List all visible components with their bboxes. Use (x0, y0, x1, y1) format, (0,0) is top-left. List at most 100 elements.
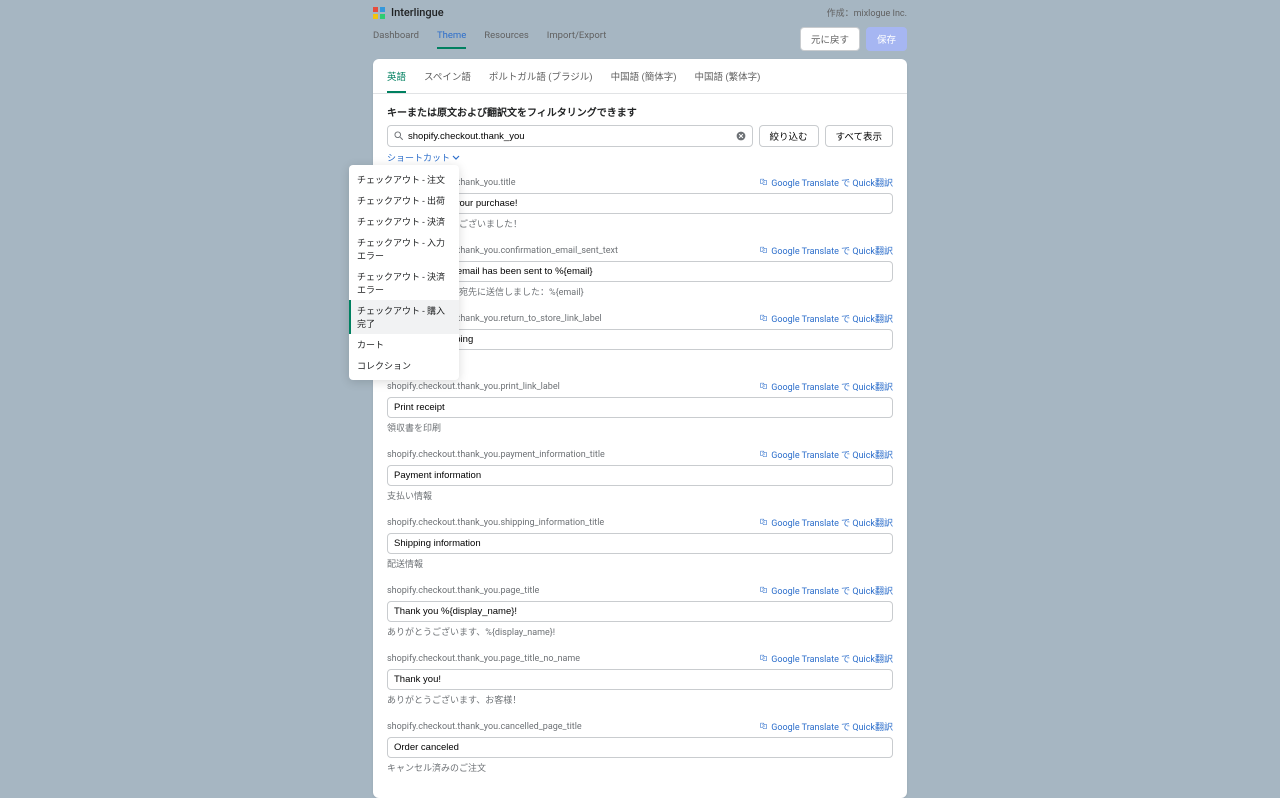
translate-link-label: Google Translate で Quick翻訳 (771, 312, 893, 325)
lang-tab-zh-tw[interactable]: 中国語 (繁体字) (695, 69, 761, 93)
entry-value-input[interactable] (387, 397, 893, 418)
entry-translation: ありがとうございます、お客様！ (387, 693, 893, 706)
dropdown-item-checkout-payment[interactable]: チェックアウト - 決済 (349, 211, 459, 232)
nav-tabs: Dashboard Theme Resources Import/Export (373, 30, 606, 49)
entry-head: shopify.checkout.thank_you.page_title_no… (387, 652, 893, 665)
entry-value-input[interactable] (387, 261, 893, 282)
dropdown-item-checkout-order[interactable]: チェックアウト - 注文 (349, 169, 459, 190)
app-name: Interlingue (391, 6, 444, 19)
entry-translation: ありがとうございます、%{display_name}! (387, 625, 893, 638)
creator-label: 作成：mixlogue Inc. (827, 6, 907, 19)
entry-translation: 確認メールを次の宛先に送信しました：%{email} (387, 285, 893, 298)
language-tabs: 英語 スペイン語 ポルトガル語 (ブラジル) 中国語 (簡体字) 中国語 (繁体… (373, 59, 907, 94)
translation-entry: shopify.checkout.thank_you.payment_infor… (387, 448, 893, 502)
translate-link-label: Google Translate で Quick翻訳 (771, 516, 893, 529)
svg-text:文: 文 (762, 587, 766, 592)
translate-link-label: Google Translate で Quick翻訳 (771, 380, 893, 393)
dropdown-item-checkout-input-error[interactable]: チェックアウト - 入力エラー (349, 232, 459, 266)
translate-icon: 文 (759, 586, 768, 595)
entry-key: shopify.checkout.thank_you.page_title (387, 586, 539, 596)
nav-tab-dashboard[interactable]: Dashboard (373, 30, 419, 49)
filter-button[interactable]: 絞り込む (759, 125, 819, 147)
shortcut-row: ショートカット チェックアウト - 注文 チェックアウト - 出荷 チェックアウ… (373, 147, 907, 166)
entry-value-input[interactable] (387, 465, 893, 486)
lang-tab-zh-cn[interactable]: 中国語 (簡体字) (611, 69, 677, 93)
search-input[interactable] (404, 131, 736, 142)
entry-head: shopify.checkout.thank_you.page_title 文 … (387, 584, 893, 597)
google-translate-link[interactable]: 文 Google Translate で Quick翻訳 (759, 448, 893, 461)
main-card: 英語 スペイン語 ポルトガル語 (ブラジル) 中国語 (簡体字) 中国語 (繁体… (373, 59, 907, 798)
entry-head: shopify.checkout.thank_you.print_link_la… (387, 380, 893, 393)
dropdown-item-checkout-complete[interactable]: チェックアウト - 購入完了 (349, 300, 459, 334)
entry-key: shopify.checkout.thank_you.payment_infor… (387, 450, 605, 460)
entry-value-input[interactable] (387, 669, 893, 690)
filter-label: キーまたは原文および翻訳文をフィルタリングできます (373, 94, 907, 125)
translate-link-label: Google Translate で Quick翻訳 (771, 448, 893, 461)
entry-value-input[interactable] (387, 737, 893, 758)
entry-translation: 買い物を続ける (387, 353, 893, 366)
entry-translation: ご購入ありがとうございました！ (387, 217, 893, 230)
nav-tab-resources[interactable]: Resources (484, 30, 529, 49)
svg-text:文: 文 (762, 383, 766, 388)
translate-icon: 文 (759, 246, 768, 255)
lang-tab-en[interactable]: 英語 (387, 69, 406, 93)
translation-entry: shopify.checkout.thank_you.return_to_sto… (387, 312, 893, 366)
svg-text:文: 文 (762, 247, 766, 252)
entry-value-input[interactable] (387, 601, 893, 622)
translation-entry: shopify.checkout.thank_you.page_title_no… (387, 652, 893, 706)
translation-entry: shopify.checkout.thank_you.cancelled_pag… (387, 720, 893, 774)
nav-tab-import-export[interactable]: Import/Export (547, 30, 607, 49)
dropdown-item-checkout-shipping[interactable]: チェックアウト - 出荷 (349, 190, 459, 211)
revert-button[interactable]: 元に戻す (800, 27, 860, 51)
translate-icon: 文 (759, 382, 768, 391)
save-button[interactable]: 保存 (866, 27, 907, 51)
svg-text:文: 文 (762, 451, 766, 456)
entry-key: shopify.checkout.thank_you.page_title_no… (387, 654, 580, 664)
show-all-button[interactable]: すべて表示 (825, 125, 893, 147)
nav-row: Dashboard Theme Resources Import/Export … (373, 23, 907, 59)
translation-entry: shopify.checkout.thank_you.shipping_info… (387, 516, 893, 570)
entry-value-input[interactable] (387, 533, 893, 554)
lang-tab-es[interactable]: スペイン語 (424, 69, 471, 93)
shortcut-link[interactable]: ショートカット (387, 151, 460, 164)
google-translate-link[interactable]: 文 Google Translate で Quick翻訳 (759, 652, 893, 665)
google-translate-link[interactable]: 文 Google Translate で Quick翻訳 (759, 312, 893, 325)
entry-key: shopify.checkout.thank_you.print_link_la… (387, 382, 560, 392)
entry-head: shopify.checkout.thank_you.payment_infor… (387, 448, 893, 461)
google-translate-link[interactable]: 文 Google Translate で Quick翻訳 (759, 720, 893, 733)
search-box (387, 125, 753, 147)
google-translate-link[interactable]: 文 Google Translate で Quick翻訳 (759, 584, 893, 597)
translation-entry: shopify.checkout.thank_you.title 文 Googl… (387, 176, 893, 230)
shortcut-dropdown: チェックアウト - 注文 チェックアウト - 出荷 チェックアウト - 決済 チ… (349, 165, 459, 380)
translate-icon: 文 (759, 722, 768, 731)
entry-translation: 配送情報 (387, 557, 893, 570)
translate-icon: 文 (759, 518, 768, 527)
entry-translation: 領収書を印刷 (387, 421, 893, 434)
lang-tab-pt[interactable]: ポルトガル語 (ブラジル) (489, 69, 593, 93)
google-translate-link[interactable]: 文 Google Translate で Quick翻訳 (759, 380, 893, 393)
translate-link-label: Google Translate で Quick翻訳 (771, 244, 893, 257)
dropdown-item-collection[interactable]: コレクション (349, 355, 459, 376)
chevron-down-icon (452, 154, 460, 162)
google-translate-link[interactable]: 文 Google Translate で Quick翻訳 (759, 516, 893, 529)
nav-tab-theme[interactable]: Theme (437, 30, 466, 49)
nav-buttons: 元に戻す 保存 (800, 27, 907, 51)
entry-value-input[interactable] (387, 329, 893, 350)
translate-icon: 文 (759, 314, 768, 323)
dropdown-item-checkout-payment-error[interactable]: チェックアウト - 決済エラー (349, 266, 459, 300)
translation-entry: shopify.checkout.thank_you.page_title 文 … (387, 584, 893, 638)
translation-entry: shopify.checkout.thank_you.confirmation_… (387, 244, 893, 298)
translate-link-label: Google Translate で Quick翻訳 (771, 176, 893, 189)
dropdown-item-cart[interactable]: カート (349, 334, 459, 355)
svg-text:文: 文 (762, 655, 766, 660)
clear-icon[interactable] (736, 131, 746, 141)
entry-head: shopify.checkout.thank_you.return_to_sto… (387, 312, 893, 325)
logo-area: Interlingue (373, 6, 444, 19)
google-translate-link[interactable]: 文 Google Translate で Quick翻訳 (759, 176, 893, 189)
entry-value-input[interactable] (387, 193, 893, 214)
entry-translation: 支払い情報 (387, 489, 893, 502)
translate-icon: 文 (759, 178, 768, 187)
svg-text:文: 文 (762, 723, 766, 728)
svg-text:文: 文 (762, 315, 766, 320)
google-translate-link[interactable]: 文 Google Translate で Quick翻訳 (759, 244, 893, 257)
